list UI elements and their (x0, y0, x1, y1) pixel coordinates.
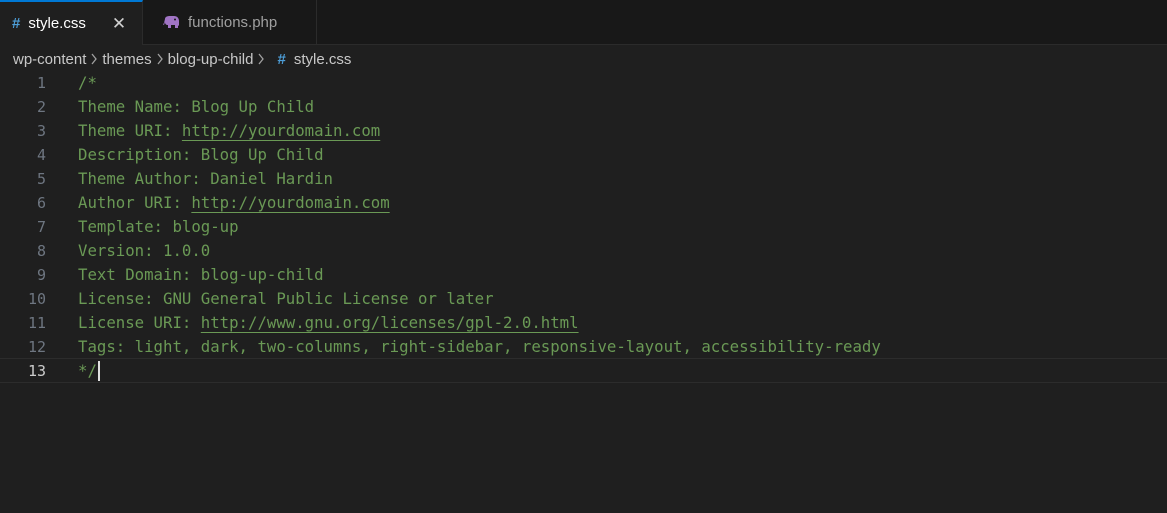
line-number: 10 (27, 290, 46, 308)
code-text: */ (78, 359, 100, 383)
code-text: License: GNU General Public License or l… (78, 289, 494, 308)
line-number: 8 (36, 242, 46, 260)
chevron-right-icon (90, 53, 98, 65)
line-number: 5 (36, 170, 46, 188)
code-text: Theme URI: http://yourdomain.com (78, 119, 380, 143)
code-text-content: */ (78, 361, 97, 380)
code-line[interactable]: 3 Theme URI: http://yourdomain.com (0, 119, 1167, 143)
text-cursor (97, 360, 100, 381)
tab-label: style.css (28, 15, 86, 32)
css-hash-icon: # (277, 50, 286, 68)
code-text: Text Domain: blog-up-child (78, 265, 324, 284)
code-text-prefix: License URI: (78, 313, 201, 332)
breadcrumb-item-blog-up-child[interactable]: blog-up-child (168, 51, 254, 68)
code-line[interactable]: 11 License URI: http://www.gnu.org/licen… (0, 311, 1167, 335)
line-number: 1 (36, 74, 46, 92)
tab-label: functions.php (188, 13, 278, 31)
code-text: Theme Name: Blog Up Child (78, 97, 315, 116)
code-line[interactable]: 10 License: GNU General Public License o… (0, 287, 1167, 311)
code-text: Version: 1.0.0 (78, 241, 211, 260)
breadcrumb-item-file[interactable]: style.css (294, 51, 352, 68)
code-line[interactable]: 12 Tags: light, dark, two-columns, right… (0, 335, 1167, 359)
code-line[interactable]: 8 Version: 1.0.0 (0, 239, 1167, 263)
breadcrumb: wp-content themes blog-up-child # style.… (13, 48, 351, 70)
code-text: Description: Blog Up Child (78, 145, 324, 164)
chevron-right-icon (257, 53, 265, 65)
line-number: 2 (36, 98, 46, 116)
code-text: Author URI: http://yourdomain.com (78, 191, 390, 215)
line-number: 6 (36, 194, 46, 212)
line-number: 4 (36, 146, 46, 164)
tab-style-css[interactable]: # style.css ✕ (0, 0, 143, 45)
close-icon[interactable]: ✕ (112, 14, 126, 34)
theme-uri-link[interactable]: http://yourdomain.com (182, 121, 380, 140)
line-number: 3 (36, 122, 46, 140)
line-number: 9 (36, 266, 46, 284)
code-line[interactable]: 2 Theme Name: Blog Up Child (0, 95, 1167, 119)
code-line[interactable]: 4 Description: Blog Up Child (0, 143, 1167, 167)
code-line[interactable]: 1 /* (0, 71, 1167, 95)
code-editor[interactable]: 1 /* 2 Theme Name: Blog Up Child 3 Theme… (0, 71, 1167, 513)
line-number: 7 (36, 218, 46, 236)
breadcrumb-item-wp-content[interactable]: wp-content (13, 51, 86, 68)
code-line[interactable]: 7 Template: blog-up (0, 215, 1167, 239)
author-uri-link[interactable]: http://yourdomain.com (191, 193, 389, 212)
code-line[interactable]: 6 Author URI: http://yourdomain.com (0, 191, 1167, 215)
license-uri-link[interactable]: http://www.gnu.org/licenses/gpl-2.0.html (201, 313, 579, 332)
code-line-current[interactable]: 13 */ (0, 358, 1167, 383)
css-hash-icon: # (12, 15, 21, 32)
line-number: 12 (27, 338, 46, 356)
code-text-prefix: Author URI: (78, 193, 192, 212)
code-text: Tags: light, dark, two-columns, right-si… (78, 337, 881, 356)
line-number-active: 13 (27, 362, 46, 380)
code-text-prefix: Theme URI: (78, 121, 182, 140)
chevron-right-icon (156, 53, 164, 65)
php-elephant-icon (163, 15, 180, 29)
code-text: Template: blog-up (78, 217, 239, 236)
code-text: /* (78, 73, 97, 92)
code-line[interactable]: 5 Theme Author: Daniel Hardin (0, 167, 1167, 191)
code-text: License URI: http://www.gnu.org/licenses… (78, 311, 579, 335)
line-number: 11 (27, 314, 46, 332)
tab-functions-php[interactable]: functions.php (143, 0, 317, 44)
code-line[interactable]: 9 Text Domain: blog-up-child (0, 263, 1167, 287)
code-text: Theme Author: Daniel Hardin (78, 169, 334, 188)
breadcrumb-item-themes[interactable]: themes (102, 51, 151, 68)
tab-bar: # style.css ✕ functions.php (0, 0, 1167, 45)
